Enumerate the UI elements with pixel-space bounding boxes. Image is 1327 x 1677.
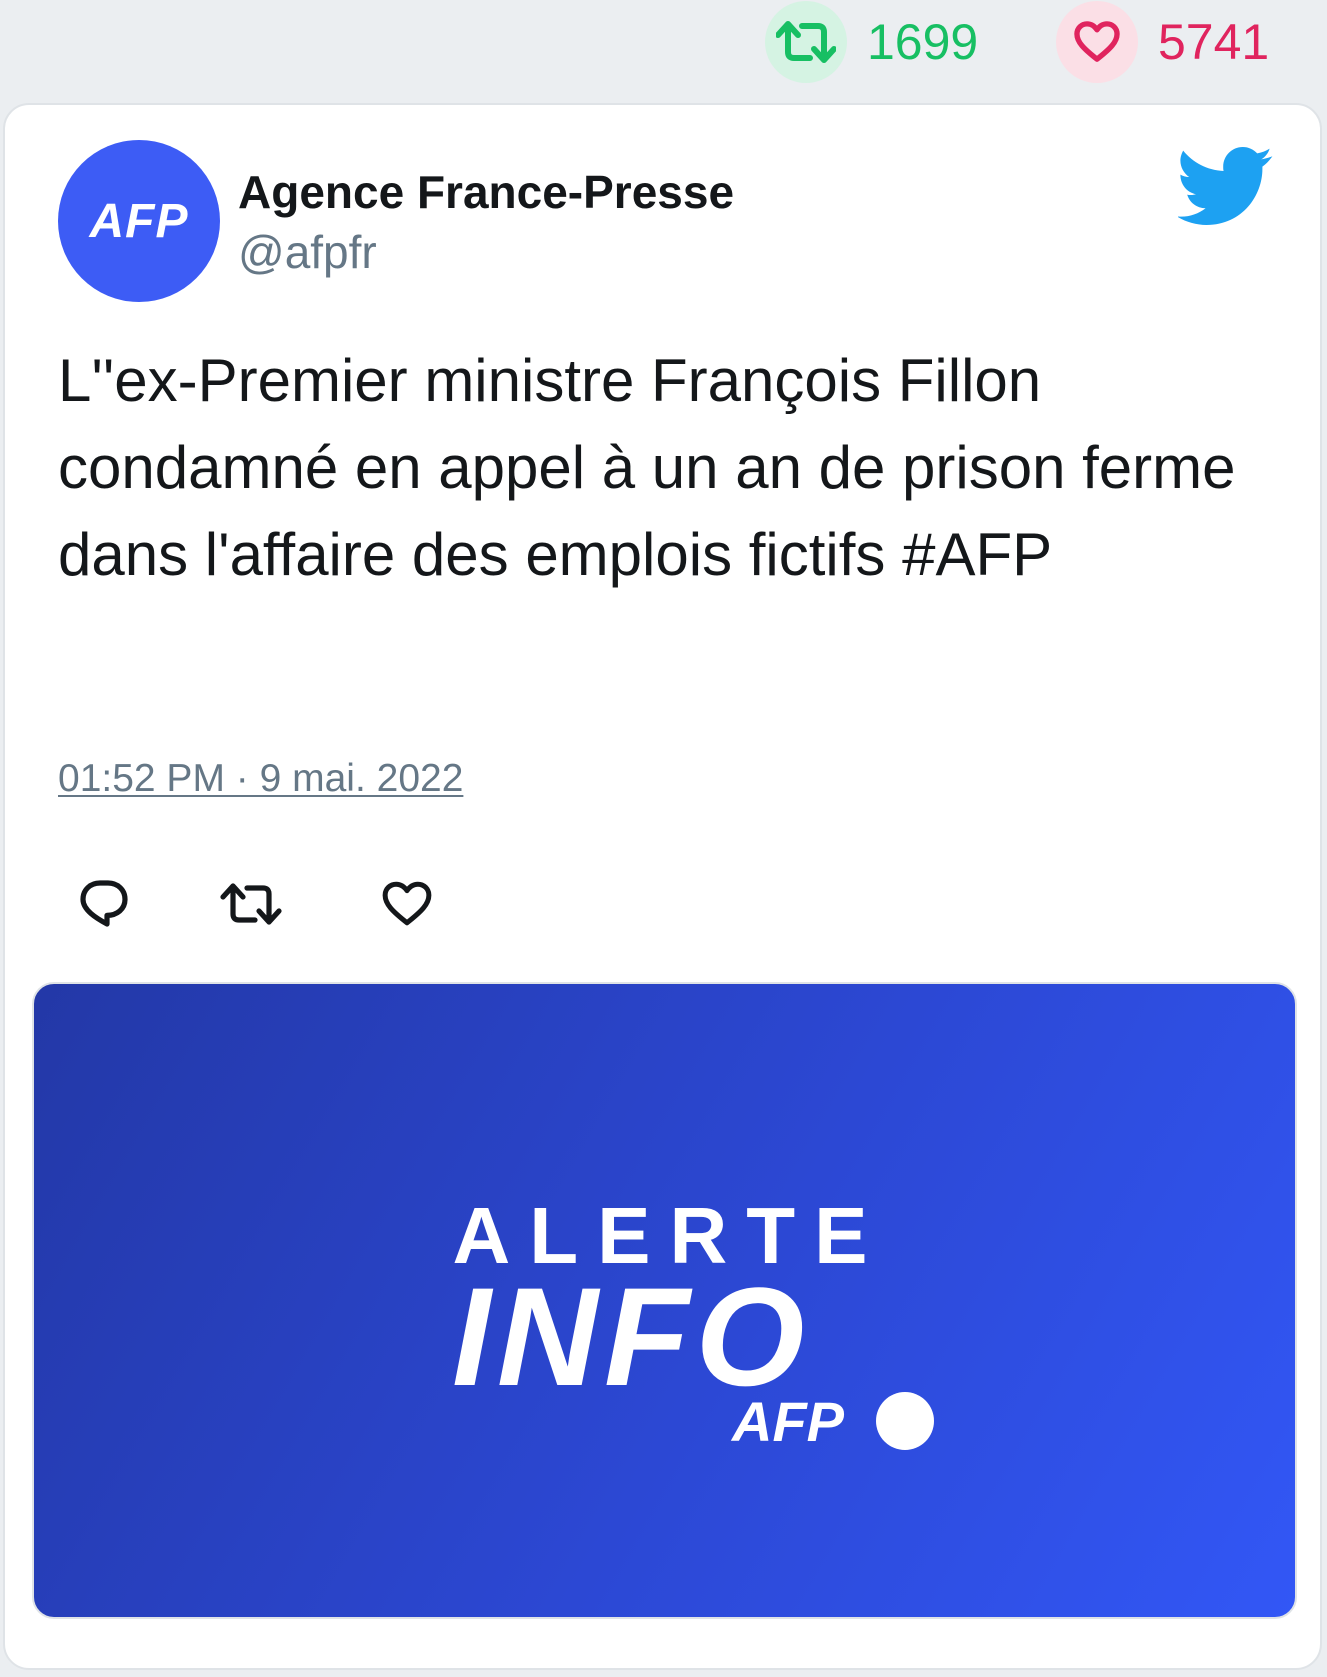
tweet-media-image[interactable]: ALERTE INFO AFP (32, 982, 1297, 1619)
reply-icon (78, 879, 130, 934)
retweet-count: 1699 (867, 14, 979, 70)
media-info-title: INFO (452, 1258, 811, 1415)
retweet-icon (220, 880, 282, 933)
retweet-icon (765, 1, 847, 83)
like-button[interactable] (376, 875, 438, 937)
twitter-bird-icon[interactable] (1176, 147, 1274, 225)
retweet-stat: 1699 (765, 1, 979, 83)
reply-button[interactable] (73, 875, 135, 937)
author-name[interactable]: Agence France-Presse (238, 165, 734, 219)
like-count: 5741 (1158, 14, 1270, 70)
media-afp-logo: AFP (732, 1390, 844, 1453)
stats-bar: 1699 5741 (0, 0, 1327, 100)
avatar-logo-text: AFP (89, 194, 189, 248)
tweet-text: L''ex-Premier ministre François Fillon c… (58, 347, 1236, 588)
like-stat: 5741 (1056, 1, 1270, 83)
tweet-card[interactable]: AFP Agence France-Presse @afpfr L''ex-Pr… (3, 103, 1322, 1670)
author-handle[interactable]: @afpfr (238, 225, 377, 279)
media-logo-dot (876, 1392, 934, 1450)
avatar[interactable]: AFP (58, 140, 220, 302)
retweet-button[interactable] (220, 875, 282, 937)
tweet-timestamp[interactable]: 01:52 PM · 9 mai. 2022 (58, 757, 463, 801)
heart-icon (382, 881, 432, 932)
heart-icon (1056, 1, 1138, 83)
